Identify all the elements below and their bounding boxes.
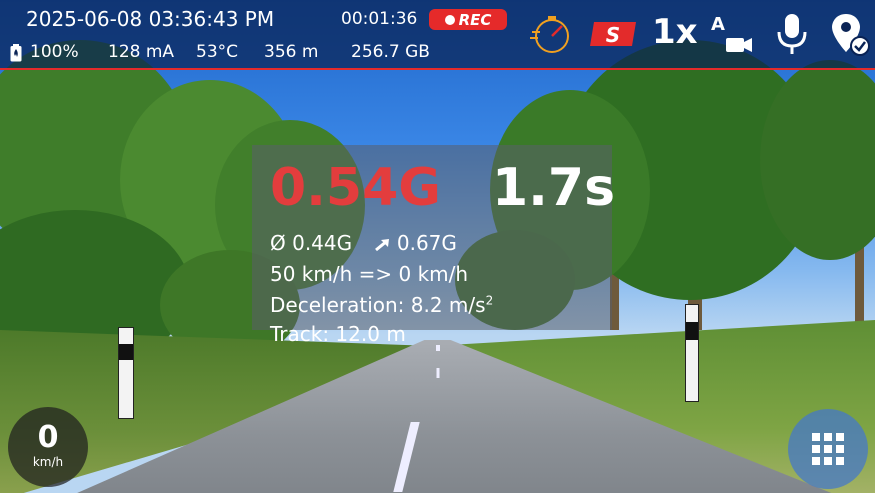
- svg-text:A: A: [711, 14, 725, 35]
- s-brand-logo[interactable]: S: [588, 20, 638, 48]
- current-draw: 128 mA: [108, 42, 175, 62]
- storage-free: 256.7 GB: [351, 42, 430, 62]
- deceleration-line: Deceleration: 8.2 m/s2: [270, 293, 493, 317]
- speed-change: 50 km/h => 0 km/h: [270, 262, 469, 286]
- microphone-icon[interactable]: [772, 10, 812, 58]
- peak-arrow-icon: [374, 238, 389, 251]
- speed-unit: km/h: [32, 455, 64, 469]
- status-bar: 2025-06-08 03:36:43 PM 00:01:36 REC 100%…: [0, 0, 875, 70]
- grid-menu-icon: [812, 433, 844, 465]
- roadside-post: [118, 327, 134, 419]
- location-check-icon[interactable]: [828, 10, 872, 58]
- deceleration: Deceleration: 8.2 m/s: [270, 293, 486, 317]
- average-g: Ø 0.44G: [270, 231, 353, 255]
- speedometer-icon[interactable]: [530, 12, 574, 56]
- lane-marking: [436, 368, 439, 378]
- roadside-post: [685, 304, 699, 402]
- g-force-value: 0.54G: [270, 158, 441, 218]
- rec-button[interactable]: REC: [429, 9, 507, 30]
- recording-timer: 00:01:36: [341, 9, 418, 29]
- record-dot-icon: [444, 14, 455, 25]
- svg-text:S: S: [606, 23, 620, 47]
- auto-camera-icon[interactable]: A: [708, 10, 756, 58]
- speed-value: 0: [37, 420, 59, 455]
- distance: 356 m: [264, 42, 319, 62]
- lane-marking: [435, 345, 440, 351]
- datetime: 2025-06-08 03:36:43 PM: [26, 7, 275, 31]
- battery-level: 100%: [30, 42, 79, 62]
- g-stats-line: Ø 0.44G 0.67G: [270, 231, 457, 255]
- zoom-level[interactable]: 1x: [652, 12, 698, 52]
- track-distance: Track: 12.0 m: [270, 322, 406, 346]
- rec-label: REC: [458, 10, 492, 29]
- temperature: 53°C: [196, 42, 239, 62]
- grid-menu-button[interactable]: [788, 409, 868, 489]
- battery-icon: [10, 44, 22, 62]
- braking-time: 1.7s: [492, 158, 616, 218]
- peak-g: 0.67G: [396, 231, 457, 255]
- deceleration-exponent: 2: [485, 293, 494, 308]
- speed-gauge[interactable]: 0 km/h: [8, 407, 88, 487]
